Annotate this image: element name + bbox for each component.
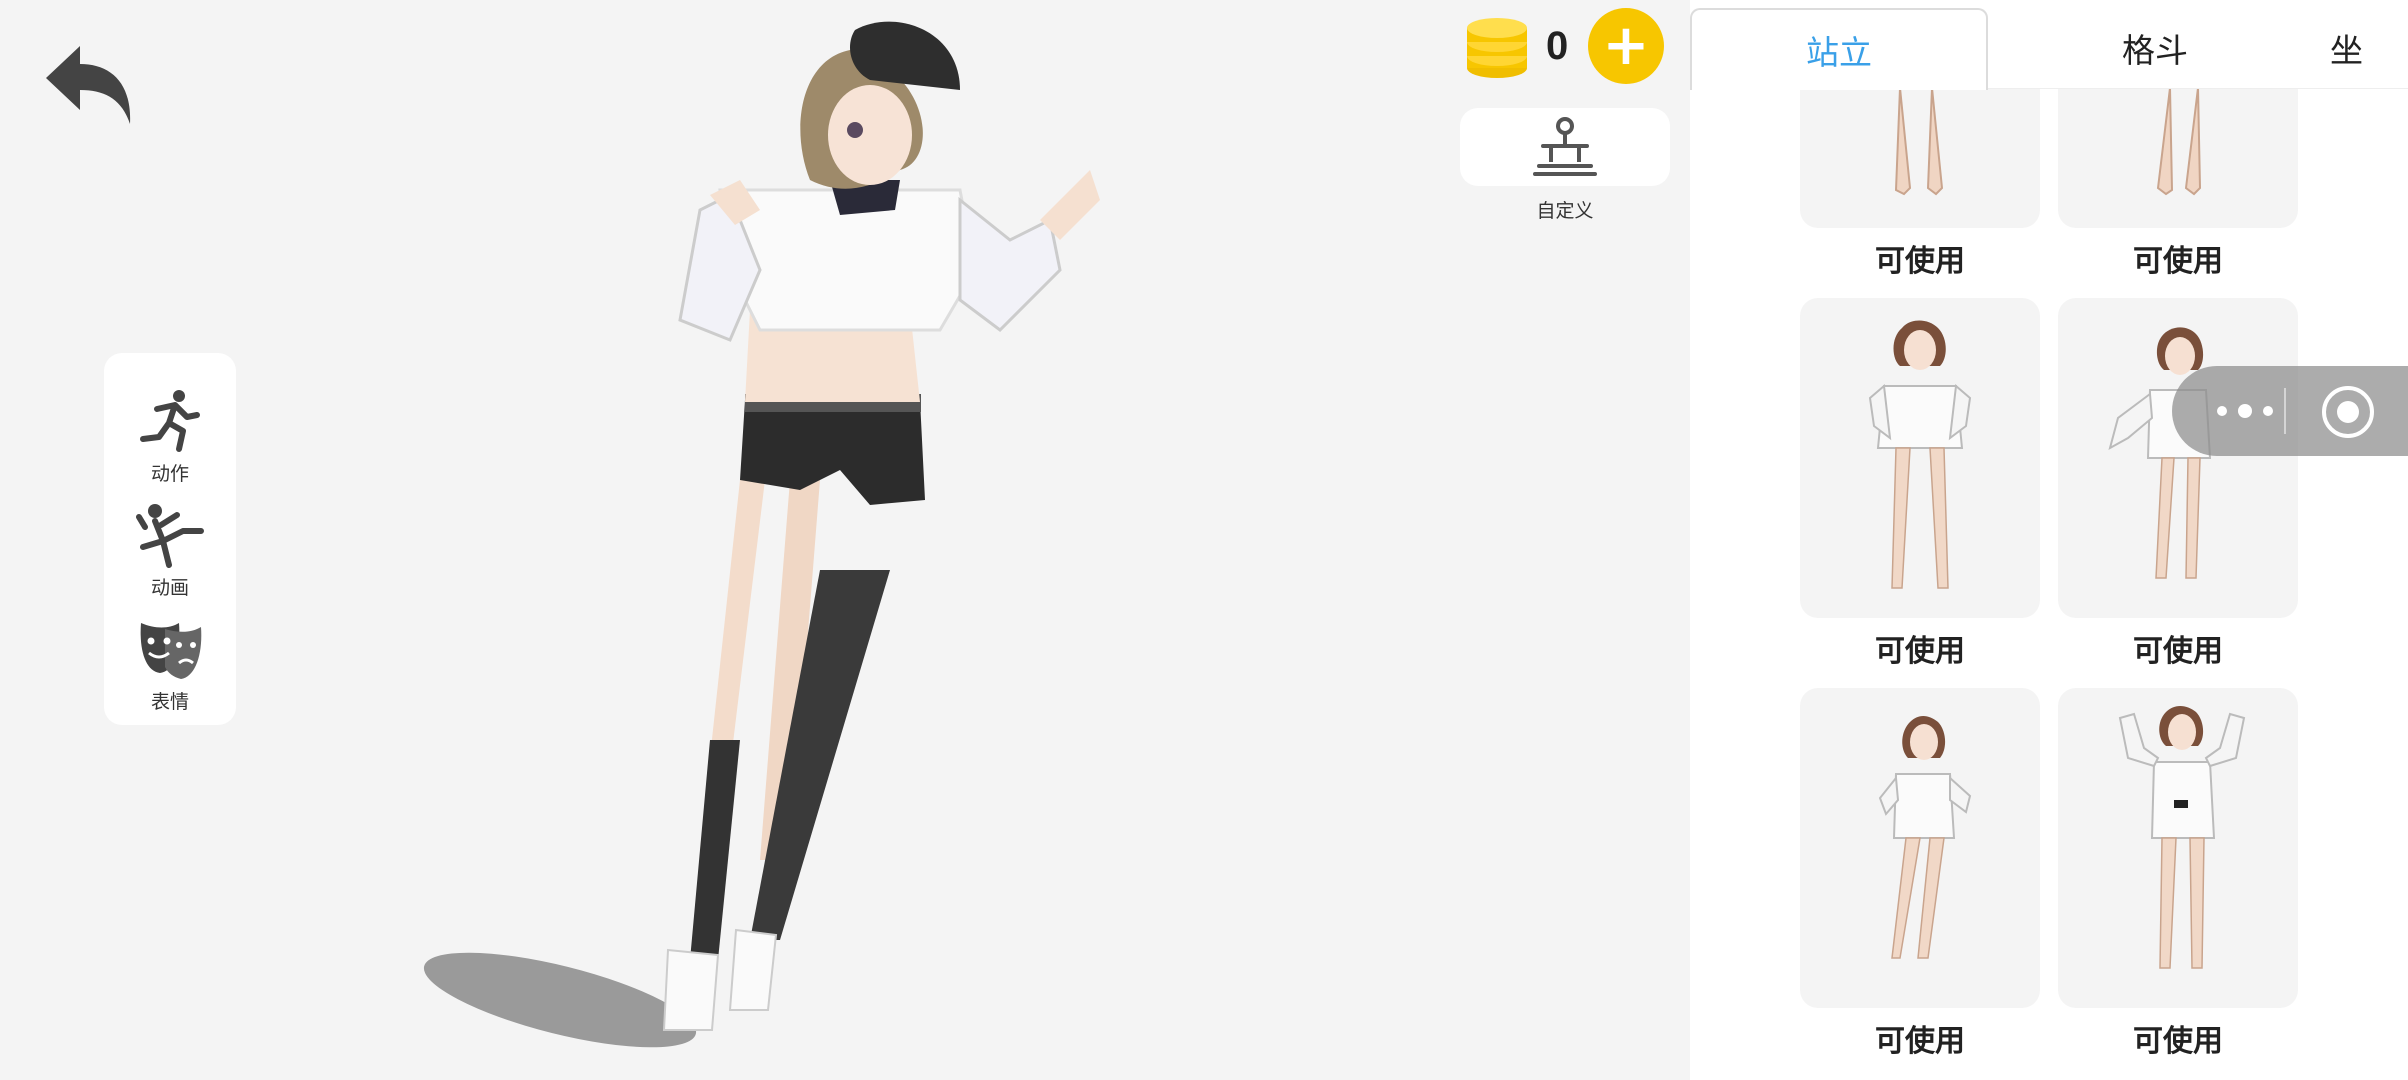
tab-fighting[interactable]: 格斗 [2008, 8, 2302, 88]
pose-card[interactable] [2058, 298, 2298, 618]
pose-card[interactable] [1800, 298, 2040, 618]
custom-pose-icon [1533, 117, 1597, 176]
back-arrow-icon [46, 46, 131, 124]
side-item-label: 动画 [150, 577, 189, 599]
tab-sitting[interactable]: 坐 [2330, 8, 2408, 88]
pose-status: 可使用 [2133, 244, 2223, 279]
character-model[interactable] [400, 10, 1130, 1070]
mini-program-capsule [2172, 366, 2408, 456]
custom-pose-label: 自定义 [1536, 200, 1594, 222]
more-dots-icon[interactable] [2200, 386, 2290, 436]
pose-status: 可使用 [2133, 1024, 2223, 1059]
pose-grid[interactable]: 可使用 可使用 可使用 可使用 可使用 可使用 [1690, 0, 2408, 1080]
pose-card[interactable] [2058, 688, 2298, 1008]
pose-thumbnail [1868, 320, 1972, 589]
capsule-divider [2284, 388, 2286, 434]
pose-status: 可使用 [1875, 1024, 1965, 1059]
side-item-animation[interactable]: 动画 [104, 495, 236, 607]
viewport-3d[interactable]: 动作 动画 表情 0 + 自定义 [0, 0, 1690, 1080]
pose-panel: 可使用 可使用 可使用 可使用 可使用 可使用 站立 格斗 坐 [1690, 0, 2408, 1080]
side-item-label: 表情 [150, 691, 189, 713]
side-menu: 动作 动画 表情 [104, 353, 236, 725]
pose-status: 可使用 [2133, 634, 2223, 669]
side-item-label: 动作 [150, 463, 189, 485]
coin-count: 0 [1546, 24, 1569, 68]
theater-masks-icon [140, 623, 202, 679]
category-tabs: 站立 格斗 坐 [1690, 0, 2408, 90]
back-button[interactable] [40, 38, 136, 134]
running-icon [140, 390, 200, 452]
pose-thumbnail [1878, 716, 1972, 959]
side-item-expression[interactable]: 表情 [104, 609, 236, 721]
pose-thumbnail [2108, 327, 2212, 579]
ballet-icon [136, 504, 204, 568]
coin-balance: 0 + [1462, 8, 1664, 88]
pose-status: 可使用 [1875, 634, 1965, 669]
tab-standing[interactable]: 站立 [1690, 8, 1988, 90]
pose-status: 可使用 [1875, 244, 1965, 279]
custom-pose-button[interactable] [1460, 108, 1670, 186]
coin-stack-icon [1467, 18, 1527, 78]
side-item-action[interactable]: 动作 [104, 381, 236, 493]
pose-thumbnail [2118, 706, 2246, 969]
add-coins-button[interactable]: + [1588, 8, 1664, 84]
pose-card[interactable] [1800, 688, 2040, 1008]
close-target-icon[interactable] [2320, 384, 2376, 440]
